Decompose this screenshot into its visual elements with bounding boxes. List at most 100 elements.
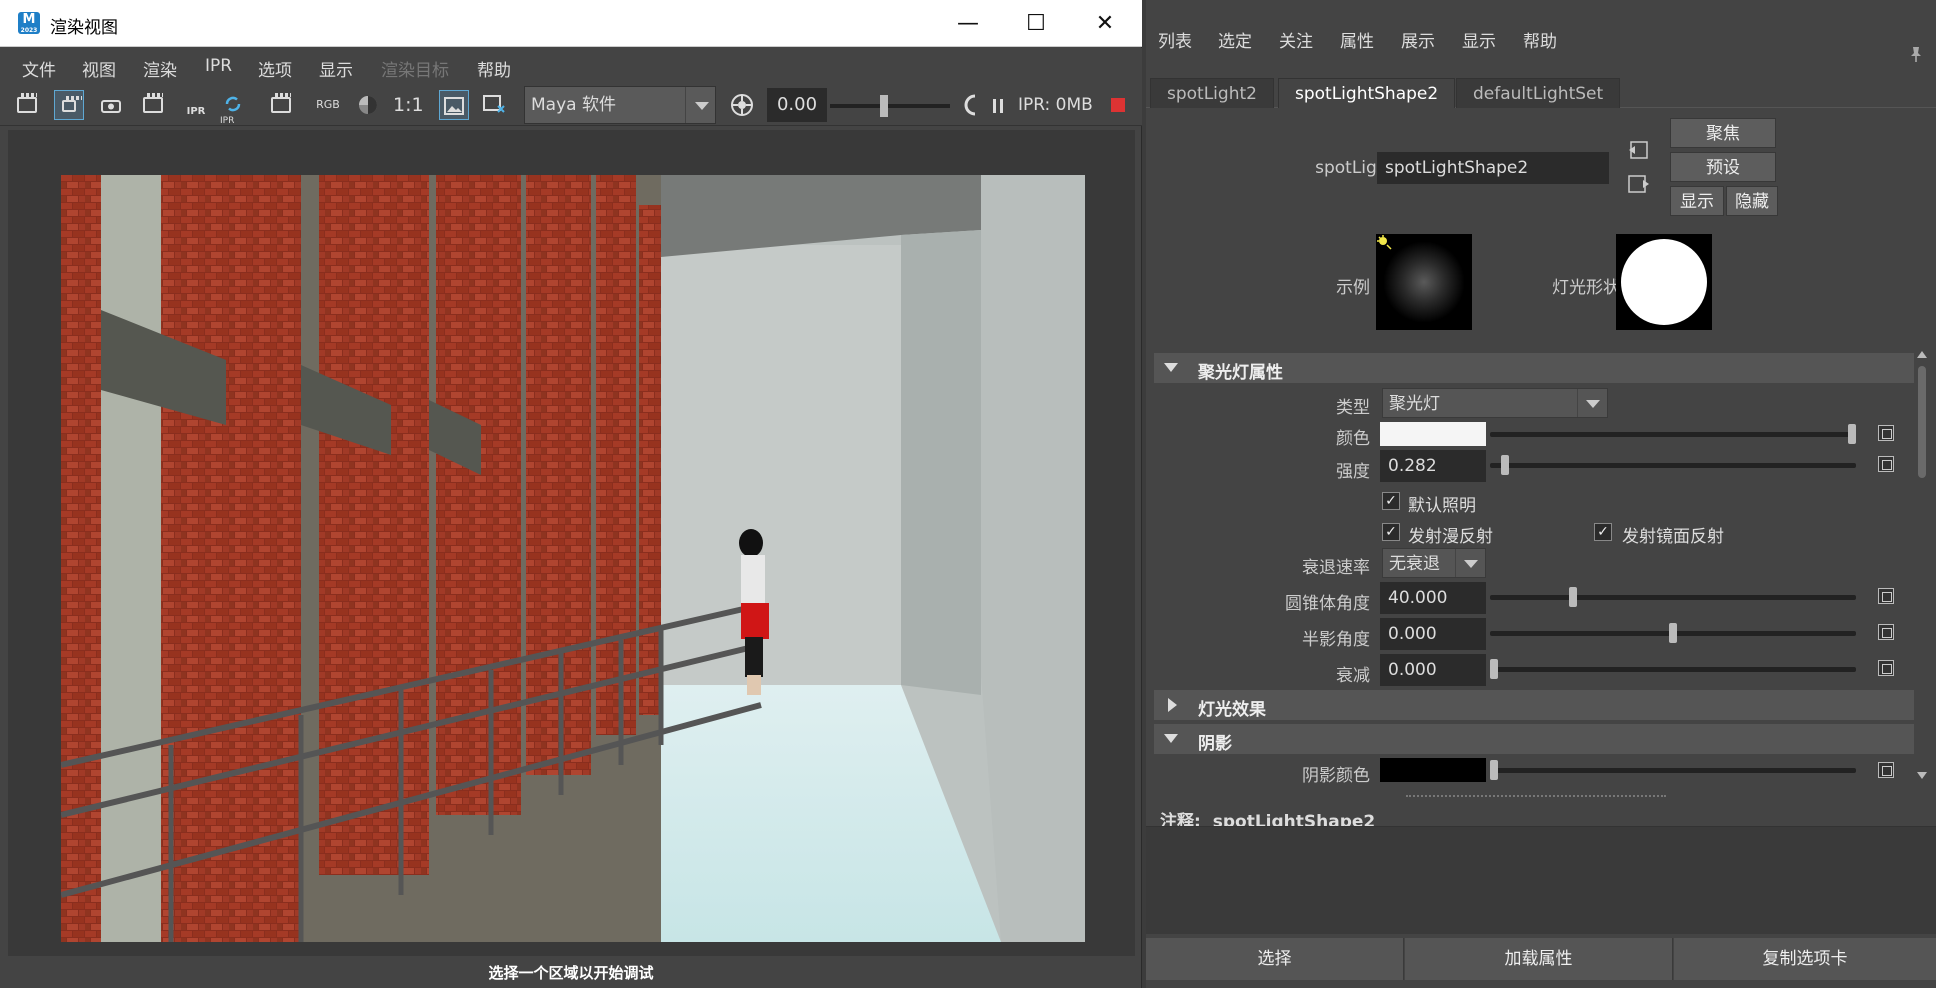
gamma-slider[interactable] bbox=[830, 95, 950, 117]
ae-menu-help[interactable]: 帮助 bbox=[1523, 27, 1557, 52]
maximize-button[interactable]: ☐ bbox=[1001, 0, 1071, 47]
notes-textarea[interactable] bbox=[1146, 826, 1936, 934]
minimize-button[interactable]: — bbox=[933, 0, 1003, 47]
map-button-icon[interactable] bbox=[1878, 624, 1894, 640]
cone-angle-field[interactable]: 40.000 bbox=[1380, 582, 1486, 614]
default-illumination-checkbox[interactable]: ✓ bbox=[1382, 492, 1400, 510]
chevron-down-icon bbox=[1455, 549, 1485, 577]
remove-image-icon[interactable] bbox=[480, 90, 510, 120]
penumbra-angle-label: 半影角度 bbox=[1302, 630, 1370, 650]
menu-display[interactable]: 显示 bbox=[319, 56, 353, 81]
presets-button[interactable]: 预设 bbox=[1670, 152, 1776, 182]
render-view-titlebar[interactable]: M 2023 渲染视图 — ☐ ✕ bbox=[0, 0, 1142, 47]
tab-spotlightshape2[interactable]: spotLightShape2 bbox=[1278, 78, 1456, 108]
slider-handle[interactable] bbox=[1500, 455, 1509, 475]
slider-handle[interactable] bbox=[880, 95, 889, 117]
attribute-editor: 列表 选定 关注 属性 展示 显示 帮助 spotLight2 spotLigh… bbox=[1146, 0, 1936, 988]
shadow-color-slider[interactable] bbox=[1490, 760, 1856, 780]
rgb-channel-button[interactable]: RGB bbox=[313, 90, 343, 120]
ae-menu-display[interactable]: 显示 bbox=[1462, 27, 1496, 52]
ae-menu-list[interactable]: 列表 bbox=[1158, 27, 1192, 52]
slider-handle[interactable] bbox=[1490, 659, 1498, 679]
light-icon bbox=[1377, 235, 1392, 250]
exposure-field[interactable]: 0.00 bbox=[767, 88, 827, 122]
decay-rate-dropdown[interactable]: 无衰退 bbox=[1382, 548, 1486, 578]
emit-diffuse-label: 发射漫反射 bbox=[1408, 527, 1493, 547]
focus-output-icon[interactable] bbox=[1627, 174, 1651, 194]
load-attributes-button[interactable]: 加载属性 bbox=[1405, 938, 1673, 980]
map-button-icon[interactable] bbox=[1878, 762, 1894, 778]
ae-menu-show[interactable]: 展示 bbox=[1401, 27, 1435, 52]
pin-icon[interactable] bbox=[1910, 46, 1922, 62]
scroll-up-icon[interactable] bbox=[1915, 348, 1929, 360]
render-region-icon[interactable] bbox=[54, 90, 84, 120]
sample-preview bbox=[1376, 234, 1472, 330]
resize-handle[interactable] bbox=[1406, 795, 1666, 799]
alpha-channel-icon[interactable] bbox=[353, 90, 383, 120]
ipr-render-icon[interactable]: IPR bbox=[181, 90, 211, 120]
section-light-effects[interactable]: 灯光效果 bbox=[1154, 690, 1914, 720]
menu-view[interactable]: 视图 bbox=[82, 56, 116, 81]
attribute-scrollbar[interactable] bbox=[1915, 348, 1929, 788]
image-view-icon[interactable] bbox=[439, 90, 469, 120]
map-button-icon[interactable] bbox=[1878, 425, 1894, 441]
section-spot-light-attributes[interactable]: 聚光灯属性 bbox=[1154, 353, 1914, 383]
penumbra-angle-slider[interactable] bbox=[1490, 623, 1856, 643]
menu-render[interactable]: 渲染 bbox=[143, 56, 177, 81]
slider-handle[interactable] bbox=[1490, 760, 1498, 780]
cone-angle-slider[interactable] bbox=[1490, 587, 1856, 607]
emit-specular-label: 发射镜面反射 bbox=[1622, 527, 1724, 547]
color-slider[interactable] bbox=[1490, 424, 1856, 444]
dropoff-field[interactable]: 0.000 bbox=[1380, 654, 1486, 686]
slider-handle[interactable] bbox=[1568, 587, 1577, 607]
shadow-color-swatch[interactable] bbox=[1380, 758, 1486, 782]
map-button-icon[interactable] bbox=[1878, 588, 1894, 604]
hide-button[interactable]: 隐藏 bbox=[1726, 186, 1778, 216]
tab-spotlight2[interactable]: spotLight2 bbox=[1150, 78, 1274, 108]
render-settings-icon[interactable] bbox=[266, 90, 296, 120]
snapshot-camera-icon[interactable] bbox=[96, 90, 126, 120]
intensity-field[interactable]: 0.282 bbox=[1380, 450, 1486, 482]
ae-menu-selected[interactable]: 选定 bbox=[1218, 27, 1252, 52]
attribute-editor-footer: 选择 加载属性 复制选项卡 bbox=[1146, 938, 1936, 980]
show-button[interactable]: 显示 bbox=[1670, 186, 1724, 216]
focus-button[interactable]: 聚焦 bbox=[1670, 118, 1776, 148]
penumbra-angle-field[interactable]: 0.000 bbox=[1380, 618, 1486, 650]
select-button[interactable]: 选择 bbox=[1146, 938, 1404, 980]
dropoff-slider[interactable] bbox=[1490, 659, 1856, 679]
menu-options[interactable]: 选项 bbox=[258, 56, 292, 81]
focus-input-icon[interactable] bbox=[1627, 140, 1651, 160]
scroll-down-icon[interactable] bbox=[1915, 770, 1929, 782]
tab-defaultlightset[interactable]: defaultLightSet bbox=[1456, 78, 1621, 108]
chevron-down-icon bbox=[685, 87, 715, 123]
render-view-menubar: 文件 视图 渲染 IPR 选项 显示 渲染目标 帮助 bbox=[0, 48, 1142, 84]
copy-tab-button[interactable]: 复制选项卡 bbox=[1674, 938, 1936, 980]
node-name-field[interactable]: spotLightShape2 bbox=[1377, 152, 1609, 184]
color-swatch[interactable] bbox=[1380, 422, 1486, 446]
menu-render-target[interactable]: 渲染目标 bbox=[381, 56, 449, 81]
exposure-aperture-icon[interactable] bbox=[727, 90, 757, 120]
close-button[interactable]: ✕ bbox=[1070, 0, 1140, 47]
map-button-icon[interactable] bbox=[1878, 660, 1894, 676]
ae-menu-focus[interactable]: 关注 bbox=[1279, 27, 1313, 52]
light-type-dropdown[interactable]: 聚光灯 bbox=[1382, 388, 1608, 418]
ae-menu-attributes[interactable]: 属性 bbox=[1340, 27, 1374, 52]
emit-diffuse-checkbox[interactable]: ✓ bbox=[1382, 523, 1400, 541]
pause-ipr-icon[interactable] bbox=[983, 90, 1013, 120]
redo-render-icon[interactable] bbox=[12, 90, 42, 120]
real-size-button[interactable]: 1:1 bbox=[393, 90, 424, 120]
intensity-slider[interactable] bbox=[1490, 455, 1856, 475]
section-shadows[interactable]: 阴影 bbox=[1154, 724, 1914, 754]
scrollbar-thumb[interactable] bbox=[1918, 366, 1926, 478]
slider-handle[interactable] bbox=[1669, 623, 1677, 643]
map-button-icon[interactable] bbox=[1878, 456, 1894, 472]
menu-file[interactable]: 文件 bbox=[22, 56, 56, 81]
render-sequence-icon[interactable] bbox=[138, 90, 168, 120]
stop-render-icon[interactable] bbox=[1111, 98, 1125, 112]
emit-specular-checkbox[interactable]: ✓ bbox=[1594, 523, 1612, 541]
menu-ipr[interactable]: IPR bbox=[205, 56, 232, 76]
renderer-dropdown[interactable]: Maya 软件 bbox=[524, 86, 716, 124]
menu-help[interactable]: 帮助 bbox=[477, 56, 511, 81]
slider-handle[interactable] bbox=[1848, 424, 1856, 444]
ipr-refresh-icon[interactable]: IPR bbox=[218, 90, 248, 126]
